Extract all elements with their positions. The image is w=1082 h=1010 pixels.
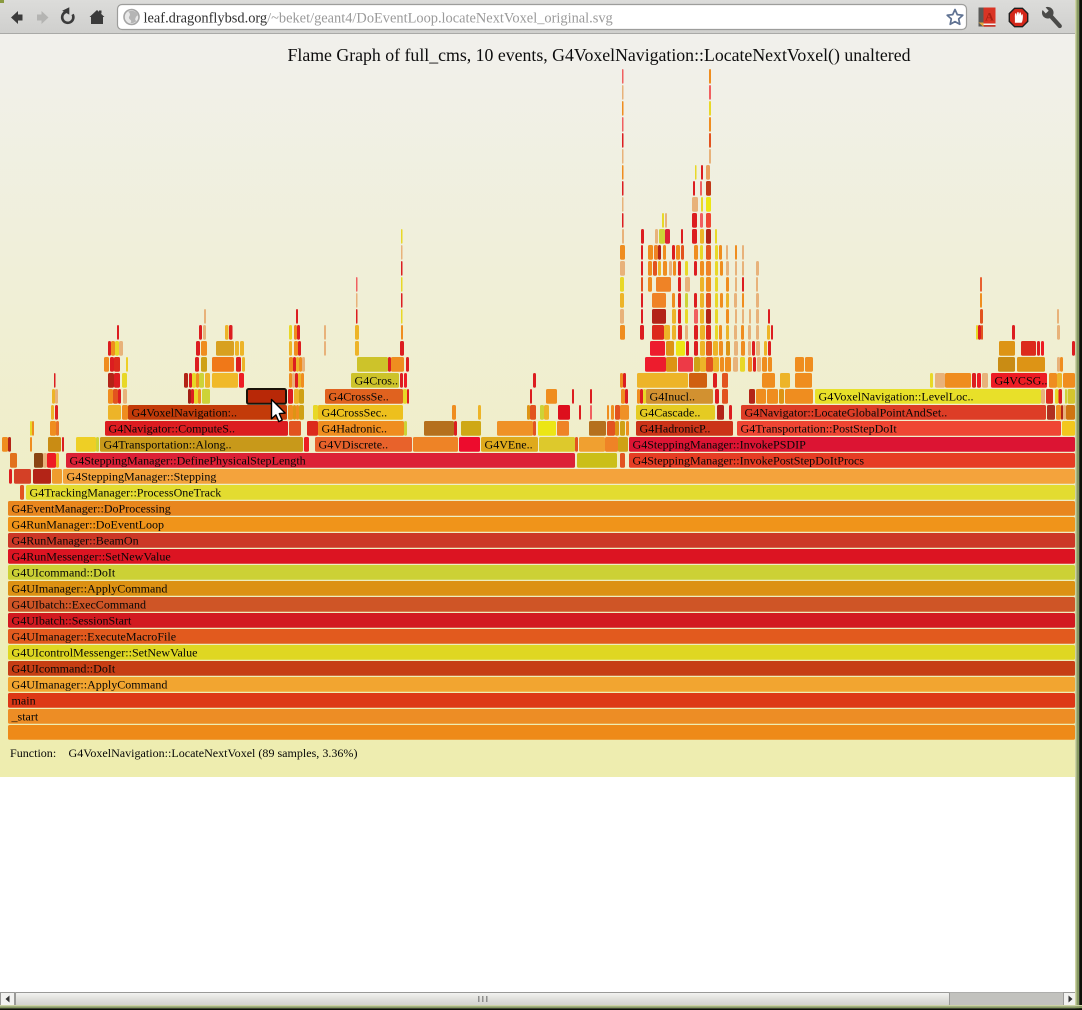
svg-text:G4RunMessenger::SetNewValue: G4RunMessenger::SetNewValue: [12, 550, 171, 564]
svg-text:G4UIcommand::DoIt: G4UIcommand::DoIt: [12, 662, 116, 676]
svg-text:G4SteppingManager::DefinePhysi: G4SteppingManager::DefinePhysicalStepLen…: [70, 454, 306, 468]
svg-text:G4UIbatch::ExecCommand: G4UIbatch::ExecCommand: [12, 598, 147, 612]
svg-text:_start: _start: [11, 710, 39, 724]
svg-text:G4UIcontrolMessenger::SetNewVa: G4UIcontrolMessenger::SetNewValue: [12, 646, 198, 660]
svg-text:main: main: [12, 694, 36, 708]
svg-text:G4VCSG..: G4VCSG..: [995, 374, 1048, 388]
svg-text:G4RunManager::DoEventLoop: G4RunManager::DoEventLoop: [12, 518, 165, 532]
svg-text:G4UImanager::ApplyCommand: G4UImanager::ApplyCommand: [12, 582, 168, 596]
svg-text:G4VoxelNavigation::LocateNextV: G4VoxelNavigation::LocateNextVoxel (89 s…: [69, 746, 358, 760]
svg-text:G4UIcommand::DoIt: G4UIcommand::DoIt: [12, 566, 116, 580]
svg-text:G4Transportation::Along..: G4Transportation::Along..: [104, 438, 232, 452]
svg-text:leaf.dragonflybsd.org/~beket/g: leaf.dragonflybsd.org/~beket/geant4/DoEv…: [144, 11, 613, 27]
svg-text:G4CrossSe..: G4CrossSe..: [329, 390, 389, 404]
svg-text:G4Inucl..: G4Inucl..: [650, 390, 696, 404]
svg-text:G4VDiscrete..: G4VDiscrete..: [319, 438, 389, 452]
svg-text:G4SteppingManager::InvokePSDIP: G4SteppingManager::InvokePSDIP: [633, 438, 807, 452]
svg-text:G4SteppingManager::Stepping: G4SteppingManager::Stepping: [67, 470, 217, 484]
svg-text:Flame Graph of full_cms, 10 ev: Flame Graph of full_cms, 10 events, G4Vo…: [287, 45, 910, 66]
svg-text:G4TrackingManager::ProcessOneT: G4TrackingManager::ProcessOneTrack: [30, 486, 223, 500]
svg-text:G4Hadronic..: G4Hadronic..: [322, 422, 388, 436]
svg-text:G4UIbatch::SessionStart: G4UIbatch::SessionStart: [12, 614, 132, 628]
svg-text:G4Cros..: G4Cros..: [355, 374, 399, 388]
svg-text:G4Transportation::PostStepDoIt: G4Transportation::PostStepDoIt: [741, 422, 898, 436]
svg-text:G4UImanager::ApplyCommand: G4UImanager::ApplyCommand: [12, 678, 168, 692]
svg-text:Function:: Function:: [10, 746, 56, 760]
svg-text:G4UImanager::ExecuteMacroFile: G4UImanager::ExecuteMacroFile: [12, 630, 177, 644]
svg-text:G4EventManager::DoProcessing: G4EventManager::DoProcessing: [12, 502, 171, 516]
svg-text:G4VoxelNavigation::LevelLoc..: G4VoxelNavigation::LevelLoc..: [819, 390, 974, 404]
svg-text:G4RunManager::BeamOn: G4RunManager::BeamOn: [12, 534, 139, 548]
svg-text:G4Navigator::LocateGlobalPoint: G4Navigator::LocateGlobalPointAndSet..: [745, 406, 948, 420]
svg-text:A: A: [985, 10, 994, 24]
svg-text:G4HadronicP..: G4HadronicP..: [640, 422, 711, 436]
svg-text:G4VoxelNavigation:..: G4VoxelNavigation:..: [132, 406, 238, 420]
svg-text:G4Cascade..: G4Cascade..: [640, 406, 701, 420]
svg-text:G4CrossSec..: G4CrossSec..: [322, 406, 388, 420]
svg-text:G4Navigator::ComputeS..: G4Navigator::ComputeS..: [109, 422, 235, 436]
svg-text:G4SteppingManager::InvokePostS: G4SteppingManager::InvokePostStepDoItPro…: [633, 454, 865, 468]
svg-text:G4VEne..: G4VEne..: [485, 438, 533, 452]
